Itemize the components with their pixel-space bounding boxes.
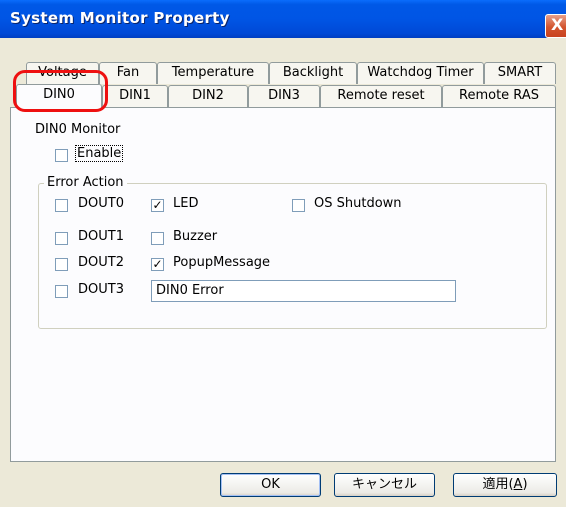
tab-watchdog-timer[interactable]: Watchdog Timer	[357, 62, 484, 84]
cancel-button[interactable]: キャンセル	[334, 473, 435, 497]
dout3-checkbox[interactable]	[55, 285, 68, 298]
tab-label: DIN2	[192, 88, 224, 103]
tab-din3[interactable]: DIN3	[248, 85, 320, 107]
tab-label: Remote reset	[337, 88, 425, 103]
tab-din1[interactable]: DIN1	[102, 85, 168, 107]
ok-button[interactable]: OK	[220, 473, 321, 497]
tab-label: DIN3	[268, 88, 300, 103]
din0-monitor-label: DIN0 Monitor	[35, 122, 121, 137]
error-message-input[interactable]: DIN0 Error	[151, 280, 456, 302]
window-title: System Monitor Property	[10, 9, 230, 27]
apply-label: 適用(	[482, 477, 514, 492]
dout0-label: DOUT0	[78, 196, 124, 211]
popup-message-checkbox[interactable]: ✓	[151, 258, 164, 271]
apply-label-close: )	[522, 477, 528, 492]
tab-voltage[interactable]: Voltage	[26, 62, 99, 84]
tab-label: Watchdog Timer	[367, 65, 474, 80]
dout1-checkbox[interactable]	[55, 232, 68, 245]
tab-panel-din0: DIN0 Monitor Enable Error Action DOUT0 D…	[10, 107, 556, 462]
buzzer-label: Buzzer	[173, 229, 218, 244]
tab-label: Remote RAS	[459, 88, 539, 103]
apply-button[interactable]: 適用(A)	[453, 473, 557, 497]
dout2-label: DOUT2	[78, 255, 124, 270]
buzzer-checkbox[interactable]	[151, 232, 164, 245]
popup-message-label: PopupMessage	[173, 255, 271, 270]
tab-temperature[interactable]: Temperature	[157, 62, 269, 84]
tab-label: SMART	[497, 65, 543, 80]
led-label: LED	[173, 196, 199, 211]
tab-din0[interactable]: DIN0	[16, 84, 102, 108]
tab-fan[interactable]: Fan	[99, 62, 157, 84]
tab-label: DIN0	[43, 87, 75, 102]
dout1-label: DOUT1	[78, 229, 124, 244]
tab-label: Temperature	[171, 65, 255, 80]
close-icon: X	[551, 15, 564, 34]
tab-label: Fan	[116, 65, 140, 80]
tab-label: DIN1	[119, 88, 151, 103]
tab-backlight[interactable]: Backlight	[269, 62, 357, 84]
os-shutdown-label: OS Shutdown	[314, 196, 402, 211]
tab-remote-reset[interactable]: Remote reset	[320, 85, 442, 107]
title-bar[interactable]: System Monitor Property X	[0, 0, 566, 38]
error-action-legend: Error Action	[44, 175, 127, 190]
check-mark-icon: ✓	[152, 257, 163, 271]
os-shutdown-checkbox[interactable]	[292, 199, 305, 212]
check-mark-icon: ✓	[152, 198, 163, 212]
dialog-window: System Monitor Property X Voltage Fan Te…	[0, 0, 566, 507]
led-checkbox[interactable]: ✓	[151, 199, 164, 212]
enable-label[interactable]: Enable	[75, 145, 124, 162]
close-button[interactable]: X	[545, 14, 566, 38]
tab-label: Backlight	[282, 65, 344, 80]
dout3-label: DOUT3	[78, 282, 124, 297]
dout2-checkbox[interactable]	[55, 258, 68, 271]
tab-label: Voltage	[38, 65, 87, 80]
enable-checkbox[interactable]	[55, 149, 68, 162]
tab-din2[interactable]: DIN2	[168, 85, 248, 107]
tab-remote-ras[interactable]: Remote RAS	[442, 85, 556, 107]
tab-smart[interactable]: SMART	[484, 62, 556, 84]
dout0-checkbox[interactable]	[55, 199, 68, 212]
